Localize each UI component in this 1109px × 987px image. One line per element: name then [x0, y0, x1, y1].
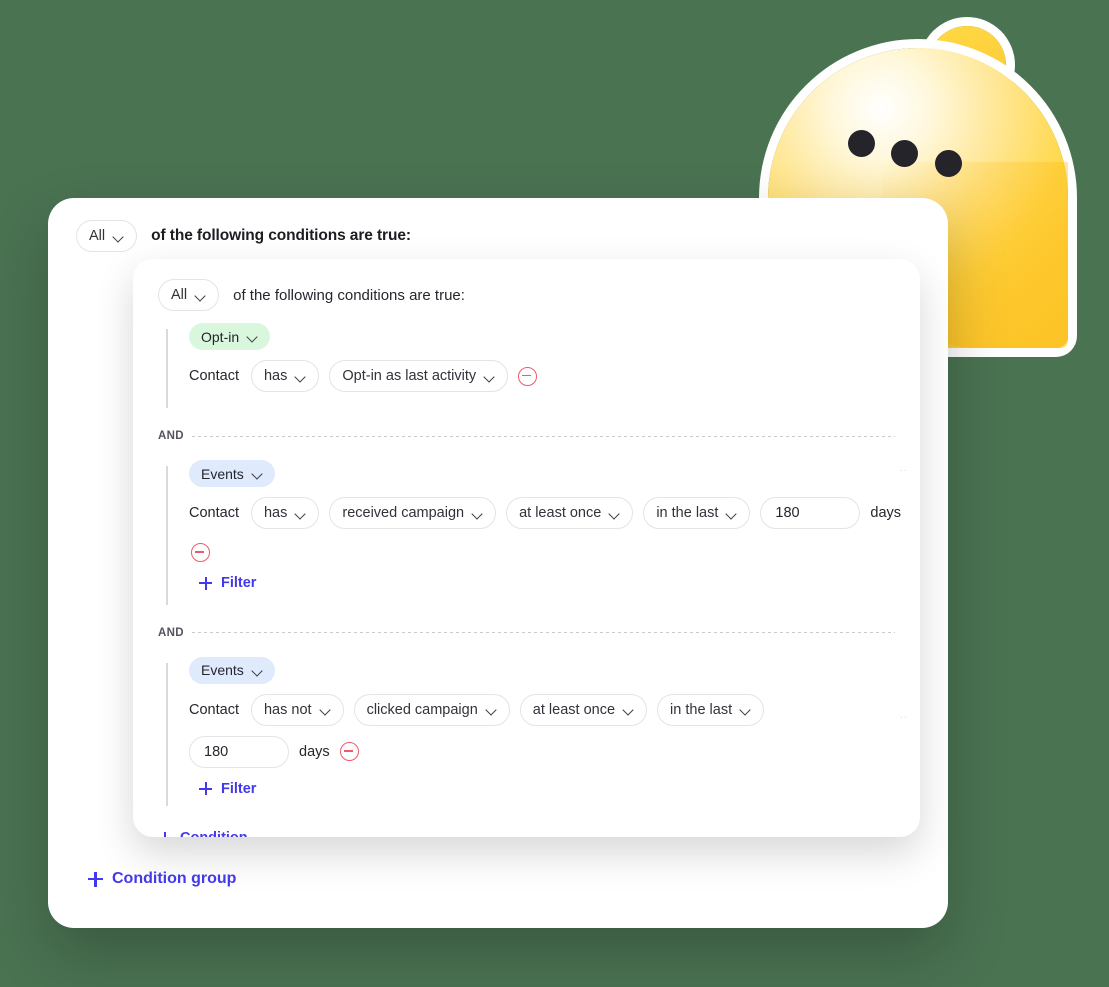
condition-controls: Contact has received campaign at least o…	[189, 497, 920, 529]
chevron-down-icon	[113, 233, 124, 240]
condition-operator-select[interactable]: has	[250, 360, 320, 392]
condition-subject: Contact	[189, 701, 239, 718]
condition-timeframe-value: in the last	[656, 505, 719, 521]
and-separator-label: AND	[158, 430, 184, 442]
add-filter-link[interactable]: Filter	[199, 575, 920, 595]
condition-days-input[interactable]	[189, 735, 289, 768]
condition-days-label: days	[299, 743, 330, 760]
add-filter-label: Filter	[221, 575, 257, 591]
remove-condition-button[interactable]	[339, 742, 359, 761]
chevron-down-icon	[740, 706, 751, 713]
chevron-down-icon	[252, 470, 263, 477]
chevron-down-icon	[295, 373, 306, 380]
condition-timeframe-select[interactable]: in the last	[643, 497, 751, 529]
chevron-down-icon	[247, 333, 258, 340]
condition-type-tag[interactable]: Events	[189, 460, 275, 487]
outer-group-header: All of the following conditions are true…	[48, 198, 948, 252]
condition-row: Opt-in Contact has Opt-in as last activi…	[166, 323, 920, 414]
chevron-down-icon	[609, 510, 620, 517]
plus-icon	[199, 782, 212, 795]
add-filter-link-inner[interactable]: Filter	[199, 575, 256, 591]
condition-subject: Contact	[189, 368, 239, 384]
inner-match-selector[interactable]: All	[158, 279, 220, 311]
chevron-down-icon	[195, 292, 206, 299]
chevron-down-icon	[484, 373, 495, 380]
add-filter-link-inner[interactable]: Filter	[199, 781, 256, 797]
outer-group-header-text: of the following conditions are true:	[151, 227, 411, 244]
plus-icon	[88, 871, 103, 887]
chevron-down-icon	[320, 706, 331, 713]
bubble-dots-icon	[848, 130, 988, 190]
condition-type-label: Opt-in	[201, 328, 240, 345]
and-separator-line	[191, 435, 895, 437]
condition-timeframe-value: in the last	[670, 701, 733, 718]
chevron-down-icon	[472, 510, 483, 517]
add-condition-link[interactable]: Condition	[158, 830, 920, 837]
inner-condition-group-card: All of the following conditions are true…	[133, 259, 920, 837]
condition-type-label: Events	[201, 662, 244, 678]
add-condition-group-label: Condition group	[112, 870, 237, 887]
condition-operator-value: has	[263, 505, 288, 521]
and-separator-label: AND	[158, 626, 184, 639]
condition-event-select[interactable]: clicked campaign	[353, 693, 510, 726]
condition-controls: Contact has not clicked campaign at leas…	[189, 693, 789, 768]
chevron-down-icon	[623, 706, 634, 713]
add-filter-label: Filter	[221, 780, 257, 797]
plus-icon	[158, 831, 171, 837]
add-condition-label: Condition	[180, 830, 248, 837]
conditions-list: Opt-in Contact has Opt-in as last activi…	[133, 311, 920, 812]
condition-type-tag[interactable]: Events	[189, 656, 275, 684]
chevron-down-icon	[486, 706, 497, 713]
and-separator: AND	[158, 430, 895, 442]
condition-timeframe-select[interactable]: in the last	[657, 693, 765, 726]
condition-frequency-value: at least once	[519, 505, 602, 521]
condition-row: Events Contact has received campaign at …	[166, 460, 920, 611]
remove-condition-button[interactable]	[191, 543, 210, 562]
chevron-down-icon	[295, 510, 306, 517]
inner-group-header-text: of the following conditions are true:	[233, 286, 465, 304]
remove-condition-row: ..	[189, 462, 920, 562]
condition-operator-select[interactable]: has	[250, 497, 320, 529]
chevron-down-icon	[726, 510, 737, 517]
add-condition-link-inner[interactable]: Condition	[158, 830, 248, 837]
row-overflow-dots: ..	[899, 462, 908, 474]
condition-operator-select[interactable]: has not	[250, 693, 344, 726]
condition-event-value: received campaign	[342, 505, 465, 521]
condition-operator-value: has	[263, 368, 288, 384]
add-filter-link[interactable]: Filter	[199, 781, 920, 801]
row-overflow-dots: ..	[899, 708, 908, 721]
condition-event-value: clicked campaign	[366, 701, 478, 718]
condition-event-select[interactable]: received campaign	[329, 497, 497, 529]
condition-controls: Contact has Opt-in as last activity	[189, 360, 920, 392]
inner-group-header: All of the following conditions are true…	[133, 259, 920, 311]
condition-subject: Contact	[189, 505, 239, 521]
bubble-knob-icon	[928, 26, 1006, 104]
condition-type-label: Events	[201, 465, 244, 482]
and-separator: AND	[158, 627, 895, 639]
condition-attribute-value: Opt-in as last activity	[342, 368, 477, 384]
chevron-down-icon	[252, 667, 263, 674]
inner-match-selector-value: All	[171, 287, 188, 303]
condition-frequency-value: at least once	[532, 701, 616, 718]
add-condition-group-link[interactable]: Condition group	[88, 870, 236, 888]
condition-row: Events Contact has not clicked campaign …	[166, 656, 920, 813]
outer-match-selector[interactable]: All	[76, 220, 138, 252]
condition-days-label: days	[870, 505, 902, 521]
condition-operator-value: has not	[263, 701, 312, 718]
remove-condition-button[interactable]	[518, 366, 538, 386]
condition-frequency-select[interactable]: at least once	[506, 497, 634, 529]
outer-match-selector-value: All	[89, 228, 106, 244]
and-separator-line	[191, 632, 895, 633]
plus-icon	[199, 576, 212, 590]
condition-type-tag[interactable]: Opt-in	[189, 323, 271, 350]
condition-attribute-select[interactable]: Opt-in as last activity	[329, 360, 509, 392]
condition-days-input[interactable]	[760, 497, 861, 529]
condition-frequency-select[interactable]: at least once	[519, 693, 648, 726]
